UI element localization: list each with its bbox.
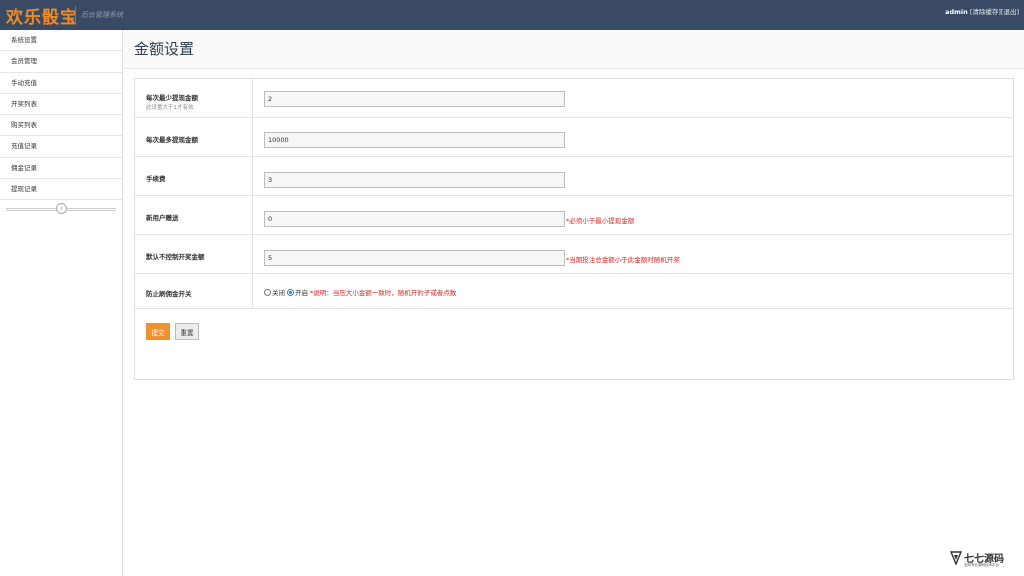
label-cell: 默认不控制开奖金额 (135, 235, 253, 273)
default-uncontrolled-amount-input[interactable] (264, 250, 565, 266)
radio-on[interactable] (287, 288, 294, 296)
top-bar: 欢乐骰宝 后台管理系统 admin [清除缓存][退出] (0, 0, 1024, 30)
form-row-new-user-bonus: 新用户赠送 *必须小于最小提现金额 (135, 196, 1013, 235)
field-label: 新用户赠送 (146, 214, 179, 222)
label-cell: 手续费 (135, 157, 253, 195)
field-label: 手续费 (146, 175, 166, 183)
max-withdraw-input[interactable] (264, 132, 565, 148)
sidebar-item-draw-list[interactable]: 开奖列表 (0, 94, 122, 116)
form-row-fee: 手续费 (135, 157, 1013, 196)
form-row-anti-commission-switch: 防止刷佣金开关 关闭 开启 *说明：当压大小金额一致时，随机开豹子或者点数 (135, 274, 1013, 309)
app-logo-title[interactable]: 欢乐骰宝 (6, 3, 78, 28)
radio-off[interactable] (264, 288, 271, 296)
form-row-default-uncontrolled-amount: 默认不控制开奖金额 *当期投注总金额小于此金额时随机开奖 (135, 235, 1013, 274)
page-title: 金额设置 (134, 40, 195, 58)
current-user: admin (945, 8, 968, 16)
page-header: 金额设置 (124, 30, 1024, 69)
field-label: 每次最多提现金额 (146, 136, 198, 144)
sidebar-item-commission-records[interactable]: 佣金记录 (0, 158, 122, 180)
radio-on-label[interactable]: 开启 (295, 289, 308, 297)
chevron-left-icon[interactable]: ‹ (56, 203, 67, 215)
top-user-links: admin [清除缓存][退出] (945, 6, 1019, 16)
label-cell: 每次最少提现金额 此设置大于1才有效 (135, 79, 253, 117)
watermark: 七七源码 全网专业源码技术平台 (950, 550, 1008, 570)
fee-input[interactable] (264, 172, 565, 188)
label-cell: 防止刷佣金开关 (135, 274, 253, 308)
field-label: 默认不控制开奖金额 (146, 253, 205, 261)
form-row-min-withdraw: 每次最少提现金额 此设置大于1才有效 (135, 79, 1013, 118)
sidebar-collapse-row: ‹ (0, 200, 122, 218)
anti-commission-radio-group: 关闭 开启 *说明：当压大小金额一致时，随机开豹子或者点数 (264, 287, 456, 297)
label-cell: 新用户赠送 (135, 196, 253, 234)
brand-divider (75, 6, 76, 24)
reset-button[interactable]: 重置 (175, 323, 199, 340)
sidebar-item-system-settings[interactable]: 系统设置 (0, 30, 122, 52)
app-subtitle: 后台管理系统 (81, 11, 123, 19)
sidebar-item-withdraw-records[interactable]: 提现记录 (0, 179, 122, 201)
main-content: 金额设置 每次最少提现金额 此设置大于1才有效 每次最多提现金额 手续费 新用户… (124, 30, 1024, 576)
new-user-bonus-input[interactable] (264, 211, 565, 227)
sidebar: 系统设置 会员管理 手动充值 开奖列表 购买列表 充值记录 佣金记录 提现记录 … (0, 30, 123, 576)
logout-link[interactable]: [退出] (1001, 8, 1019, 16)
switch-note: *说明：当压大小金额一致时，随机开豹子或者点数 (310, 289, 457, 297)
radio-off-label[interactable]: 关闭 (272, 289, 285, 297)
label-cell: 每次最多提现金额 (135, 118, 253, 156)
sidebar-item-recharge-records[interactable]: 充值记录 (0, 136, 122, 158)
sidebar-item-purchase-list[interactable]: 购买列表 (0, 115, 122, 137)
clear-cache-link[interactable]: [清除缓存] (970, 8, 1001, 16)
watermark-logo-icon (950, 551, 962, 565)
field-warning: *必须小于最小提现金额 (566, 217, 635, 225)
min-withdraw-input[interactable] (264, 91, 565, 107)
field-label: 防止刷佣金开关 (146, 290, 192, 298)
field-label: 每次最少提现金额 (146, 94, 198, 102)
field-hint: 此设置大于1才有效 (146, 105, 194, 111)
submit-button[interactable]: 提交 (146, 323, 170, 340)
watermark-subtext: 全网专业源码技术平台 (964, 563, 999, 567)
field-warning: *当期投注总金额小于此金额时随机开奖 (566, 256, 680, 264)
form-row-max-withdraw: 每次最多提现金额 (135, 118, 1013, 157)
amount-settings-form: 每次最少提现金额 此设置大于1才有效 每次最多提现金额 手续费 新用户赠送 *必… (134, 78, 1014, 380)
sidebar-item-manual-recharge[interactable]: 手动充值 (0, 73, 122, 94)
sidebar-item-members[interactable]: 会员管理 (0, 51, 122, 73)
